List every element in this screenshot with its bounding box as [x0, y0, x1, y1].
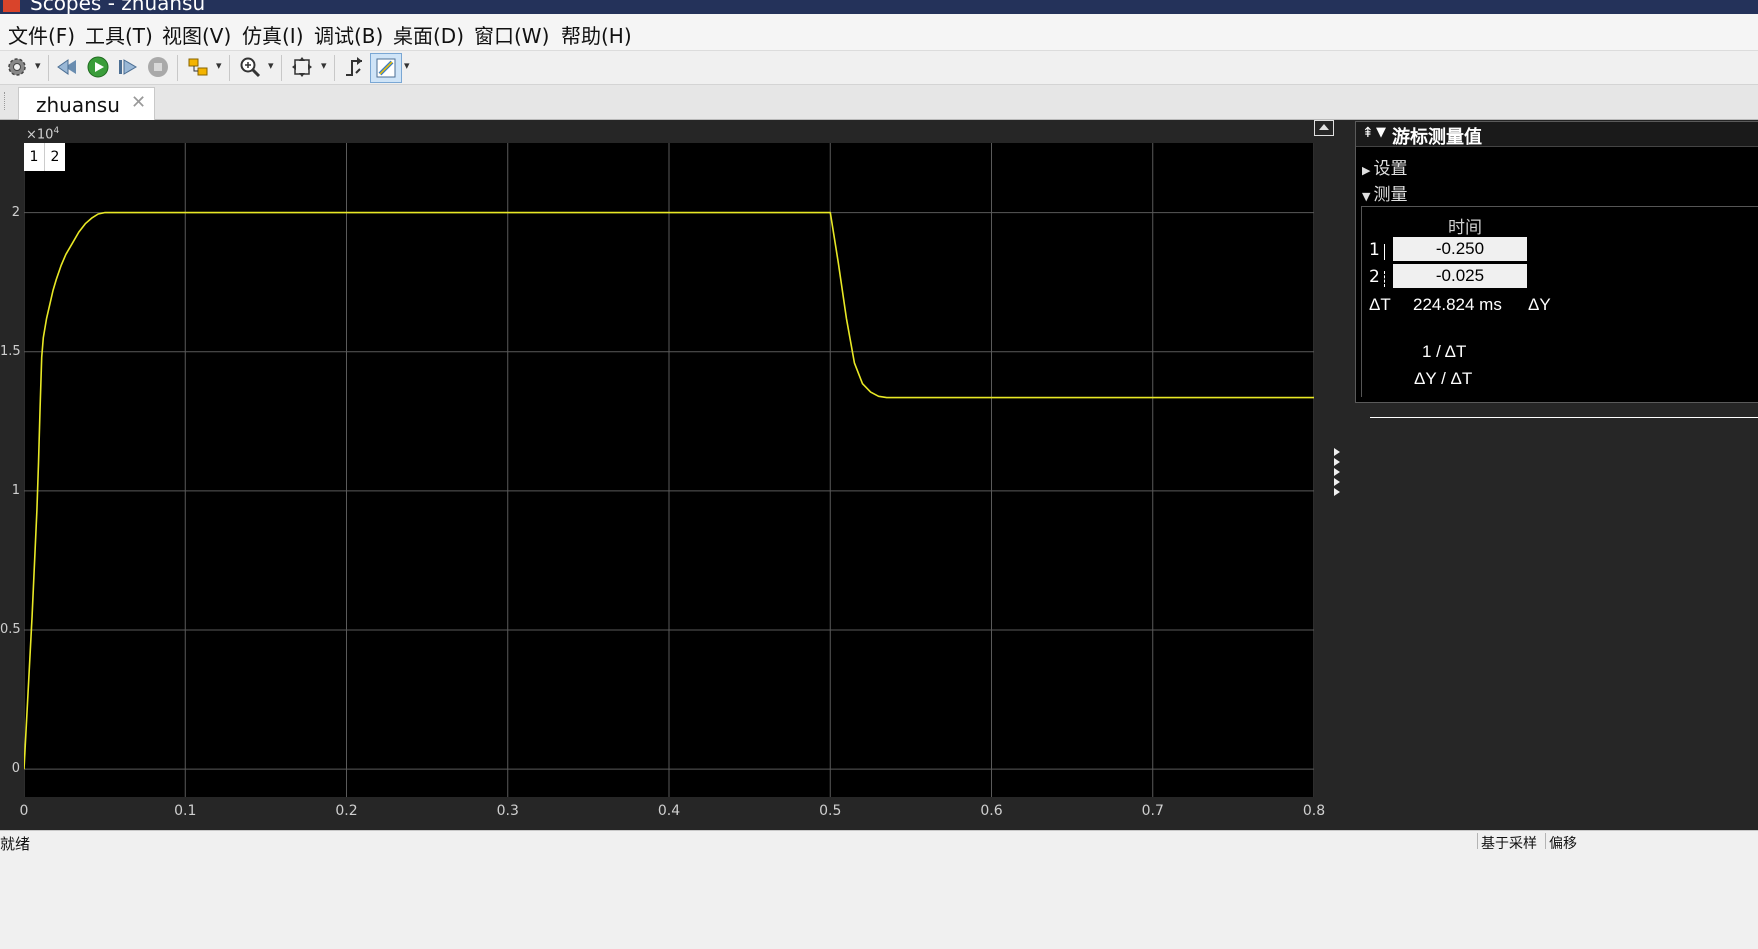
measurements-label: 测量: [1373, 185, 1408, 205]
menu-view[interactable]: 视图(V): [162, 20, 231, 49]
y-axis-exponent: ×104: [26, 126, 59, 142]
stop-icon[interactable]: [146, 55, 170, 79]
panel-collapse-arrows-icon[interactable]: [1333, 448, 1343, 498]
zoom-dropdown-icon[interactable]: ▾: [268, 59, 274, 72]
highlight-dropdown-icon[interactable]: ▾: [216, 59, 222, 72]
undock-icon[interactable]: [1314, 120, 1334, 136]
inverse-delta-t-label: 1 / ΔT: [1422, 342, 1467, 361]
x-tick-label: 0.8: [1302, 803, 1326, 819]
cursor-1-solid-marker: [1384, 244, 1385, 260]
cursor-1-time-value[interactable]: -0.250: [1393, 237, 1527, 261]
highlight-block-icon[interactable]: [186, 55, 210, 79]
y-tick-label: 1: [11, 482, 20, 498]
exponent-base: ×10: [26, 127, 54, 143]
window-title: Scopes - zhuansu: [30, 0, 206, 14]
menu-window[interactable]: 窗口(W): [474, 20, 549, 49]
zoom-in-icon[interactable]: [238, 55, 262, 79]
menu-bar: 文件(F) 工具(T) 视图(V) 仿真(I) 调试(B) 桌面(D) 窗口(W…: [0, 14, 1758, 51]
cursor-dropdown-icon[interactable]: ▾: [404, 59, 410, 72]
toolbar-separator: [281, 55, 282, 81]
time-column-header: 时间: [1448, 218, 1482, 238]
x-tick-label: 0.6: [980, 803, 1003, 819]
toolbar-separator: [229, 55, 230, 81]
y-tick-label: 0.5: [0, 622, 21, 638]
y-tick-label: 0: [11, 761, 20, 777]
collapse-triangle-icon[interactable]: ▼: [1376, 125, 1386, 140]
cursor-measurements-icon[interactable]: [370, 53, 402, 83]
menu-desktop[interactable]: 桌面(D): [393, 20, 464, 49]
expand-triangle-icon: ▶: [1362, 164, 1371, 177]
y-tick-label: 2: [11, 204, 20, 220]
triggers-icon[interactable]: [342, 55, 366, 79]
toolbar: ▾ ▾ ▾ ▾ ▾: [0, 51, 1758, 85]
x-tick-label: 0: [19, 803, 29, 819]
cursor-panel-title: 游标测量值: [1392, 127, 1482, 148]
status-sample-based: 基于采样: [1477, 833, 1541, 849]
delta-y-label: ΔY: [1528, 295, 1551, 314]
step-forward-icon[interactable]: [116, 55, 140, 79]
delta-y-over-delta-t-label: ΔY / ΔT: [1414, 369, 1473, 388]
matlab-app-icon: [3, 0, 20, 12]
x-tick-label: 0.3: [496, 803, 519, 819]
legend-entry-1[interactable]: 1: [24, 143, 44, 171]
collapse-triangle-icon: ▼: [1362, 190, 1371, 203]
autoscale-icon[interactable]: [290, 55, 314, 79]
settings-label: 设置: [1373, 159, 1408, 179]
section-settings[interactable]: ▶ 设置: [1362, 154, 1407, 179]
cursor-2-index: 2: [1369, 267, 1380, 287]
delta-t-label: ΔT: [1369, 295, 1391, 314]
legend-entry-2[interactable]: 2: [44, 143, 65, 171]
toolbar-separator: [177, 55, 178, 81]
document-tab-strip: zhuansu ✕: [0, 85, 1758, 120]
toolbar-separator: [48, 55, 49, 81]
scope-plot-svg: [24, 143, 1314, 797]
menu-debug[interactable]: 调试(B): [314, 20, 383, 49]
cursor-panel-header: ⇞ ▼ 游标测量值: [1356, 122, 1758, 148]
signal-legend: 1 2: [24, 143, 65, 171]
autoscale-dropdown-icon[interactable]: ▾: [321, 59, 327, 72]
menu-simulation[interactable]: 仿真(I): [242, 20, 304, 49]
tab-zhuansu[interactable]: zhuansu ✕: [18, 87, 155, 120]
x-tick-label: 0.1: [174, 803, 197, 819]
x-tick-label: 0.5: [819, 803, 842, 819]
cursor-2-time-value[interactable]: -0.025: [1393, 264, 1527, 288]
plot-area[interactable]: [24, 143, 1314, 797]
step-back-icon[interactable]: [56, 55, 80, 79]
x-tick-label: 0.2: [335, 803, 358, 819]
status-offset: 偏移: [1545, 833, 1758, 849]
x-tick-label: 0.7: [1141, 803, 1164, 819]
toolbar-separator: [334, 55, 335, 81]
measurement-divider: [1370, 417, 1758, 418]
cursor-2-dashed-marker: [1384, 271, 1385, 287]
status-bar: 就绪 基于采样 偏移: [0, 830, 1758, 949]
delta-t-value: 224.824 ms: [1413, 295, 1502, 314]
y-tick-label: 1.5: [0, 343, 21, 359]
settings-dropdown-icon[interactable]: ▾: [35, 59, 41, 72]
menu-help[interactable]: 帮助(H): [561, 20, 632, 49]
cursor-1-index: 1: [1369, 240, 1380, 260]
exponent-power: 4: [53, 126, 60, 136]
title-bar: Scopes - zhuansu: [0, 0, 1758, 14]
tab-label: zhuansu: [36, 93, 120, 117]
measurement-table: 时间 1 -0.250 2 -0.025 ΔT 224.824 ms ΔY 1 …: [1361, 206, 1758, 418]
status-text: 就绪: [0, 835, 31, 853]
menu-file[interactable]: 文件(F): [8, 20, 75, 49]
settings-gear-icon[interactable]: [5, 55, 29, 79]
x-tick-label: 0.4: [657, 803, 681, 819]
pin-icon[interactable]: ⇞: [1362, 125, 1374, 141]
section-measurements[interactable]: ▼ 测量: [1362, 180, 1407, 205]
menu-tools[interactable]: 工具(T): [85, 20, 153, 49]
tab-strip-grip[interactable]: [4, 92, 7, 110]
run-icon[interactable]: [86, 55, 110, 79]
close-icon[interactable]: ✕: [131, 92, 146, 113]
cursor-measurements-panel: ⇞ ▼ 游标测量值 ▶ 设置 ▼ 测量 时间 1 -0.250 2 -0.025 Δ…: [1355, 121, 1758, 418]
